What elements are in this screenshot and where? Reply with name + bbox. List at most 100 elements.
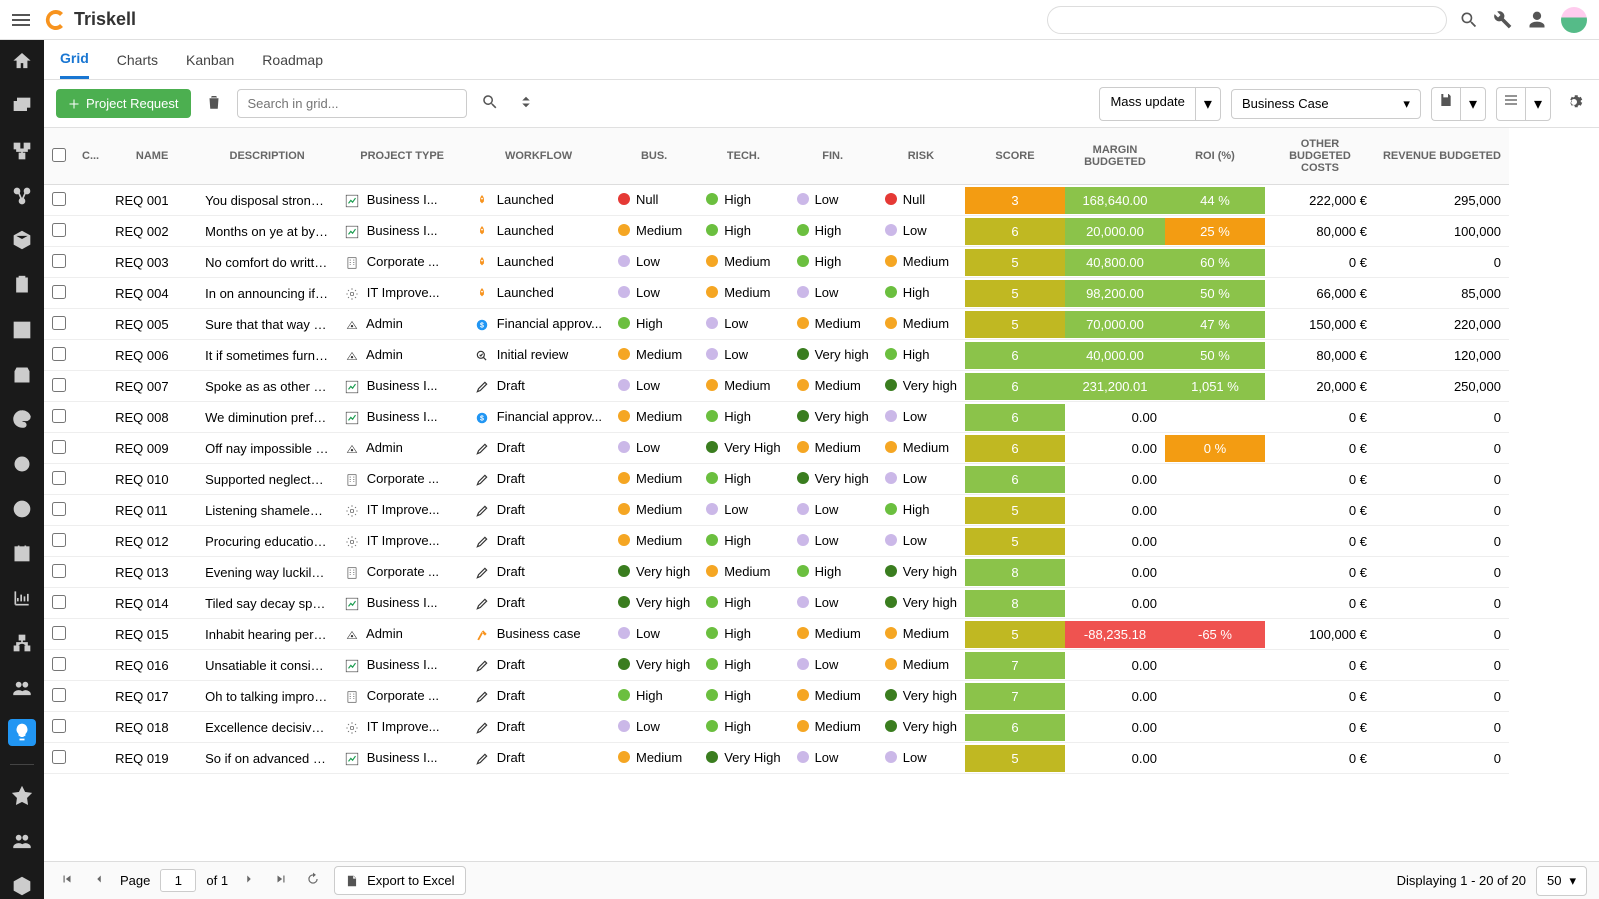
next-page-button[interactable] [238,868,260,893]
table-row[interactable]: REQ 002Months on ye at by es... Business… [44,216,1509,247]
row-checkbox[interactable] [52,440,66,454]
row-checkbox[interactable] [52,316,66,330]
sidenav-box[interactable] [8,361,36,388]
table-row[interactable]: REQ 012Procuring education ... IT Improv… [44,526,1509,557]
column-header[interactable]: NAME [107,128,197,185]
column-header[interactable]: REVENUE BUDGETED [1375,128,1509,185]
grid-search-input[interactable] [237,89,467,118]
column-header[interactable]: RISK [877,128,965,185]
tab-kanban[interactable]: Kanban [186,42,234,78]
sidenav-calendar[interactable] [8,540,36,567]
column-header[interactable]: C... [74,128,107,185]
first-page-button[interactable] [56,868,78,893]
column-header[interactable]: OTHER BUDGETED COSTS [1265,128,1375,185]
add-project-request-button[interactable]: Project Request [56,89,191,118]
menu-toggle-icon[interactable] [12,11,36,29]
sidenav-cube[interactable] [8,872,36,899]
row-checkbox[interactable] [52,471,66,485]
chevron-down-icon[interactable]: ▾ [1525,87,1551,121]
row-checkbox[interactable] [52,564,66,578]
column-header[interactable]: WORKFLOW [467,128,610,185]
page-size-select[interactable]: 50▾ [1536,866,1587,896]
page-input[interactable] [160,869,196,892]
sidenav-package[interactable] [8,227,36,254]
sidenav-org[interactable] [8,137,36,164]
table-row[interactable]: REQ 005Sure that that way ga... Admin$ F… [44,309,1509,340]
sidenav-palette[interactable] [8,406,36,433]
sidenav-hierarchy[interactable] [8,630,36,657]
row-checkbox[interactable] [52,750,66,764]
table-row[interactable]: REQ 016Unsatiable it consider... Busines… [44,650,1509,681]
table-row[interactable]: REQ 018Excellence decisively ... IT Impr… [44,712,1509,743]
column-header[interactable]: ROI (%) [1165,128,1265,185]
column-header[interactable]: PROJECT TYPE [337,128,467,185]
row-checkbox[interactable] [52,502,66,516]
table-row[interactable]: REQ 014Tiled say decay spoil ... Busines… [44,588,1509,619]
table-row[interactable]: REQ 004In on announcing if of... IT Impr… [44,278,1509,309]
sidenav-clock[interactable] [8,495,36,522]
sidenav-target[interactable] [8,451,36,478]
sort-button[interactable] [513,89,539,118]
table-row[interactable]: REQ 013Evening way luckily s... Corporat… [44,557,1509,588]
sidenav-users[interactable] [8,674,36,701]
tab-roadmap[interactable]: Roadmap [262,42,323,78]
brand-logo[interactable]: Triskell [44,8,136,32]
row-checkbox[interactable] [52,533,66,547]
table-row[interactable]: REQ 001You disposal strongly ... Busines… [44,185,1509,216]
column-header[interactable]: BUS. [610,128,698,185]
row-checkbox[interactable] [52,192,66,206]
row-checkbox[interactable] [52,223,66,237]
row-checkbox[interactable] [52,688,66,702]
wrench-icon[interactable] [1493,10,1513,30]
sidenav-home[interactable] [8,48,36,75]
mass-update-dropdown[interactable]: Mass update ▾ [1099,87,1220,121]
row-checkbox[interactable] [52,595,66,609]
table-row[interactable]: REQ 015Inhabit hearing perha... Admin Bu… [44,619,1509,650]
delete-button[interactable] [201,89,227,118]
table-row[interactable]: REQ 008We diminution prefere... Business… [44,402,1509,433]
table-row[interactable]: REQ 009Off nay impossible di... Admin Dr… [44,433,1509,464]
tab-grid[interactable]: Grid [60,40,89,79]
export-excel-button[interactable]: Export to Excel [334,866,465,895]
sidenav-clipboard[interactable] [8,272,36,299]
sidenav-check[interactable] [8,316,36,343]
column-header[interactable]: SCORE [965,128,1065,185]
settings-button[interactable] [1561,89,1587,118]
search-icon[interactable] [1459,10,1479,30]
report-select[interactable]: Business Case▾ [1231,89,1421,119]
column-header[interactable]: FIN. [789,128,877,185]
user-icon[interactable] [1527,10,1547,30]
row-checkbox[interactable] [52,626,66,640]
data-grid[interactable]: C...NAMEDESCRIPTIONPROJECT TYPEWORKFLOWB… [44,128,1599,861]
sidenav-team[interactable] [8,827,36,854]
row-checkbox[interactable] [52,347,66,361]
table-row[interactable]: REQ 007Spoke as as other ag... Business … [44,371,1509,402]
table-row[interactable]: REQ 010Supported neglected ... Corporate… [44,464,1509,495]
row-checkbox[interactable] [52,657,66,671]
sidenav-chart[interactable] [8,585,36,612]
row-checkbox[interactable] [52,409,66,423]
row-checkbox[interactable] [52,378,66,392]
refresh-button[interactable] [302,868,324,893]
table-row[interactable]: REQ 017Oh to talking improve ... Corpora… [44,681,1509,712]
column-header[interactable]: DESCRIPTION [197,128,337,185]
avatar[interactable] [1561,7,1587,33]
table-row[interactable]: REQ 011Listening shameless ... IT Improv… [44,495,1509,526]
search-button[interactable] [477,89,503,118]
column-header[interactable]: MARGIN BUDGETED [1065,128,1165,185]
chevron-down-icon[interactable]: ▾ [1195,87,1221,121]
select-all-checkbox[interactable] [52,148,66,162]
table-row[interactable]: REQ 003No comfort do writte... Corporate… [44,247,1509,278]
prev-page-button[interactable] [88,868,110,893]
row-checkbox[interactable] [52,719,66,733]
row-checkbox[interactable] [52,254,66,268]
sidenav-idea[interactable] [8,719,36,746]
sidenav-nodes[interactable] [8,182,36,209]
sidenav-folders[interactable] [8,93,36,120]
last-page-button[interactable] [270,868,292,893]
table-row[interactable]: REQ 006It if sometimes furnis... Admin I… [44,340,1509,371]
row-checkbox[interactable] [52,285,66,299]
global-search-input[interactable] [1047,6,1447,34]
table-row[interactable]: REQ 019So if on advanced ad... Business … [44,743,1509,774]
column-header[interactable]: TECH. [698,128,788,185]
